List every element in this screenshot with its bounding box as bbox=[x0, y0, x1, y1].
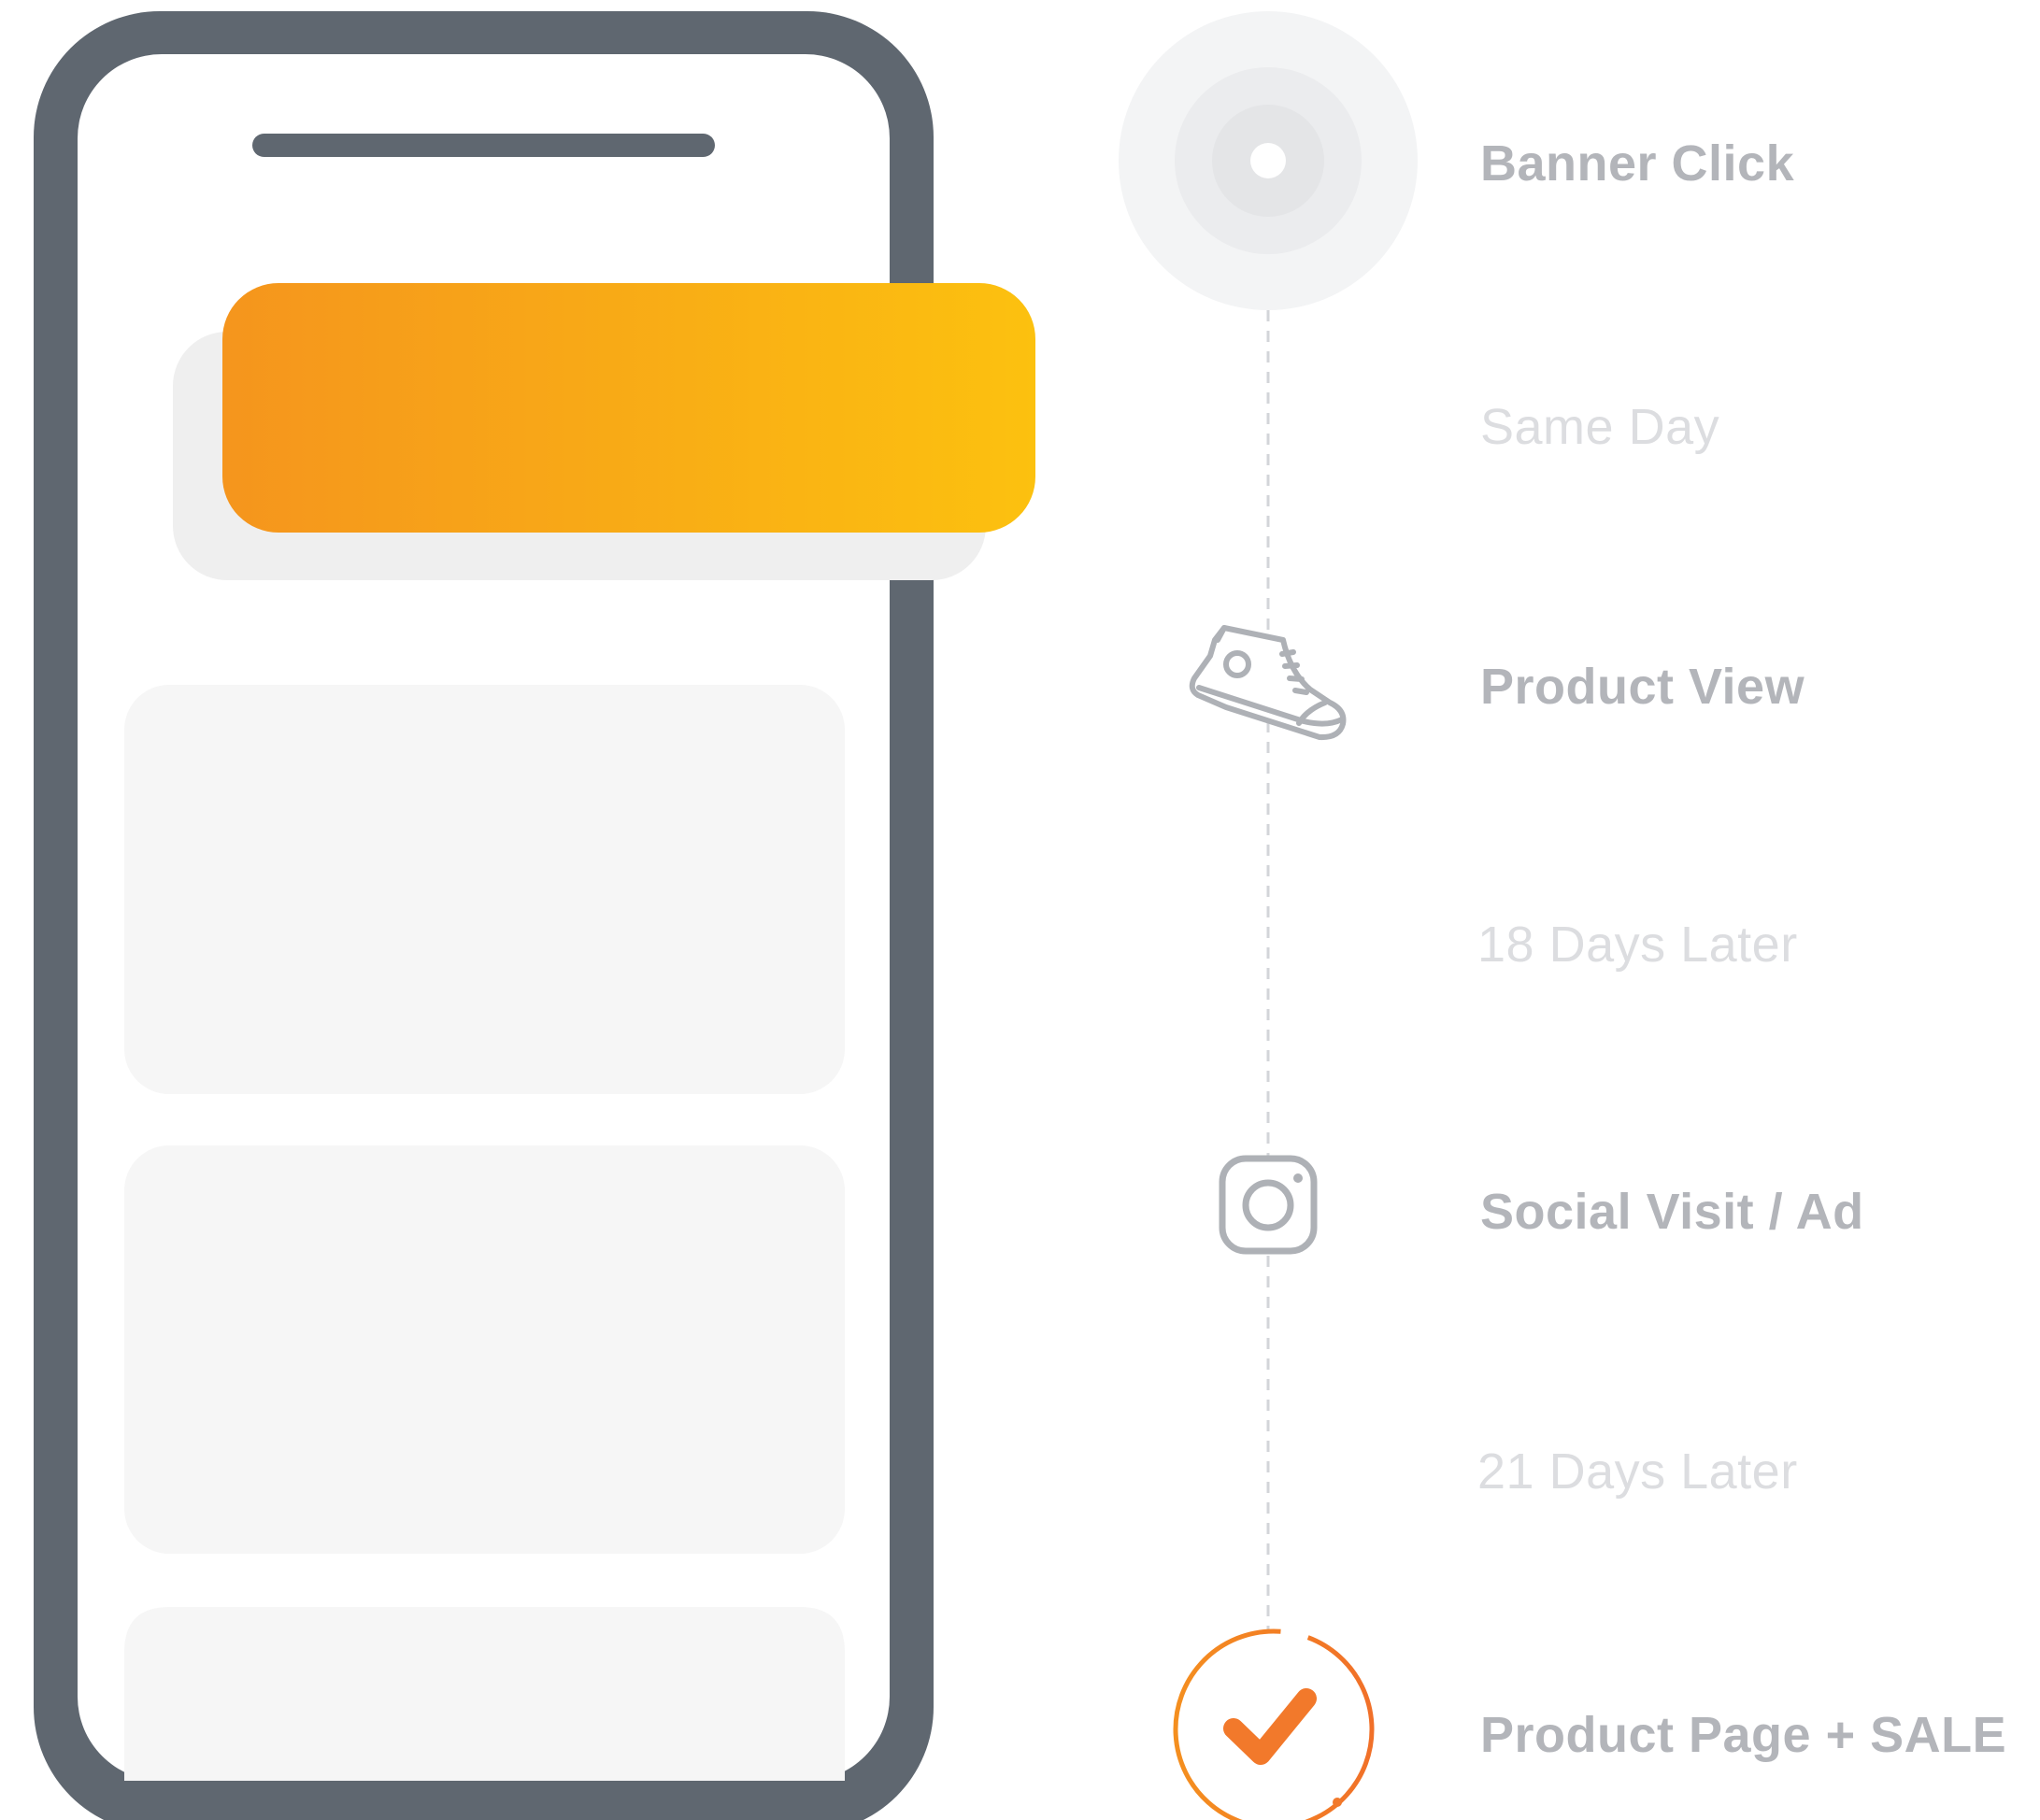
instagram-icon bbox=[1219, 1155, 1318, 1255]
timeline bbox=[1119, 11, 1418, 1820]
interval-label-21-days-later: 21 Days Later bbox=[1477, 1443, 1798, 1500]
content-card bbox=[124, 1145, 845, 1554]
phone-mockup bbox=[34, 11, 1035, 1820]
interval-label-same-day: Same Day bbox=[1480, 399, 1720, 455]
step-label-banner-click: Banner Click bbox=[1480, 135, 1795, 192]
step-label-social-visit-ad: Social Visit / Ad bbox=[1480, 1184, 1864, 1240]
banner-ad bbox=[222, 283, 1035, 533]
customer-journey-diagram: Banner Click Same Day Product View 18 Da… bbox=[0, 0, 2040, 1820]
content-card bbox=[124, 1607, 845, 1781]
phone-speaker-bar bbox=[252, 134, 715, 157]
interval-label-18-days-later: 18 Days Later bbox=[1477, 917, 1798, 973]
sneaker-icon bbox=[1189, 625, 1347, 741]
step-label-product-view: Product View bbox=[1480, 659, 1805, 715]
diagram-graphics bbox=[34, 11, 1418, 1820]
checkmark-circle-icon bbox=[1173, 1628, 1375, 1820]
step-label-product-page-sale: Product Page + SALE bbox=[1480, 1707, 2007, 1763]
target-click-icon bbox=[1119, 11, 1418, 310]
content-card bbox=[124, 685, 845, 1094]
